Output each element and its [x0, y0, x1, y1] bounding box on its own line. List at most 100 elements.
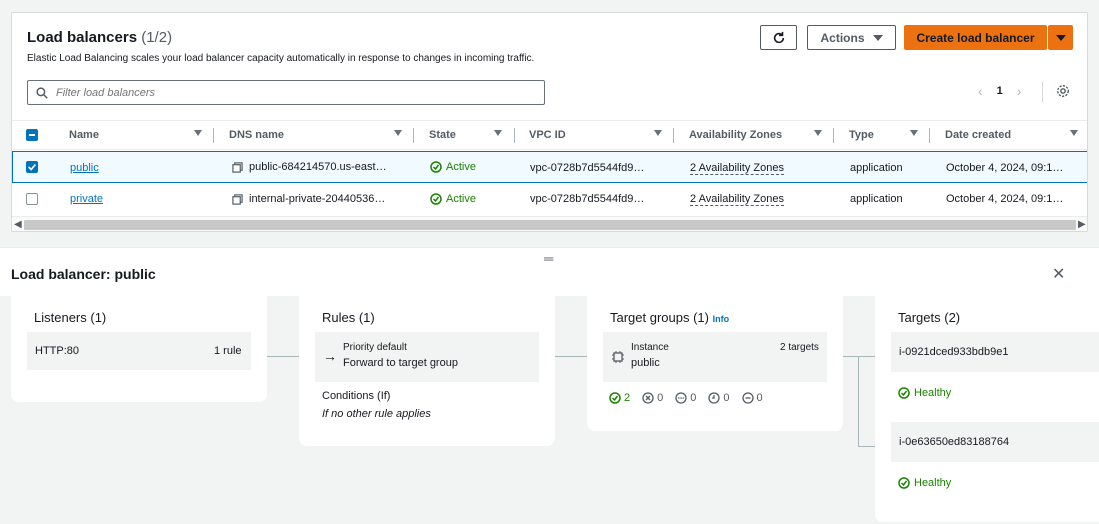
create-dropdown-button[interactable] [1048, 25, 1073, 50]
lb-name-link[interactable]: private [70, 193, 103, 205]
refresh-icon [773, 31, 784, 43]
sort-icon[interactable] [910, 130, 918, 136]
draining-icon [741, 392, 754, 404]
target-item[interactable]: i-0921dced933bdb9e1 [891, 332, 1099, 372]
column-dns-name[interactable]: DNS name [229, 129, 284, 141]
table-row[interactable]: public public-684214570.us-east… Active … [12, 151, 1087, 183]
target-groups-title: Target groups (1) [610, 310, 709, 325]
refresh-button[interactable] [760, 25, 797, 50]
caret-down-icon [1055, 34, 1066, 41]
unused-count: 0 [675, 392, 696, 404]
unused-value: 0 [690, 392, 697, 404]
conditions-text: If no other rule applies [322, 408, 431, 420]
draining-count: 0 [741, 392, 763, 404]
conditions-heading: Conditions (If) [322, 390, 391, 402]
target-item[interactable]: i-0e63650ed83188764 [891, 422, 1099, 462]
drag-handle-icon[interactable]: ═ [544, 251, 553, 266]
target-health: Healthy [898, 387, 951, 399]
state-cell: Active [430, 161, 476, 173]
success-icon [898, 477, 910, 489]
column-divider [929, 128, 930, 143]
listener-rules-count: 1 rule [214, 345, 242, 357]
page-title: Load balancers (1/2) [27, 29, 172, 46]
select-all-checkbox[interactable] [26, 129, 38, 141]
table-header: Name DNS name State VPC ID Availability … [12, 120, 1087, 150]
settings-gear-icon[interactable] [1056, 84, 1070, 101]
sort-icon[interactable] [1070, 130, 1078, 136]
copy-icon[interactable] [232, 193, 243, 205]
table-row[interactable]: private internal-private-20440536… Activ… [12, 183, 1087, 215]
unhealthy-count: 0 [642, 392, 663, 404]
scroll-right-icon[interactable]: ▶ [1078, 219, 1086, 230]
pager-divider [1042, 82, 1043, 102]
title-text: Load balancers [27, 29, 138, 46]
availability-zones[interactable]: 2 Availability Zones [690, 193, 784, 206]
scroll-left-icon[interactable]: ◀ [14, 219, 22, 230]
column-vpc-id[interactable]: VPC ID [529, 129, 566, 141]
column-type[interactable]: Type [849, 129, 874, 141]
success-icon [898, 387, 910, 399]
rules-box: Rules (1) → Priority default Forward to … [299, 296, 555, 446]
listener-item[interactable]: HTTP:80 1 rule [27, 332, 251, 370]
scrollbar-thumb[interactable] [24, 220, 1076, 230]
initial-value: 0 [723, 392, 730, 404]
target-group-targets: 2 targets [780, 342, 819, 353]
prev-page-icon[interactable]: ‹ [978, 83, 983, 99]
rule-priority: Priority default [343, 342, 407, 353]
draining-value: 0 [756, 392, 763, 404]
target-group-item[interactable]: Instance public 2 targets [603, 332, 827, 382]
search-box[interactable] [27, 80, 545, 105]
close-icon[interactable]: ✕ [1052, 264, 1065, 284]
initial-count: 0 [708, 392, 730, 404]
lb-type: application [850, 162, 903, 174]
sort-icon[interactable] [494, 130, 502, 136]
listener-protocol: HTTP:80 [35, 345, 80, 357]
vpc-id: vpc-0728b7d5544fd9… [530, 162, 645, 174]
create-load-balancer-button[interactable]: Create load balancer [904, 25, 1047, 50]
healthy-count: 2 [609, 392, 630, 404]
target-health-text: Healthy [914, 477, 952, 489]
column-divider [514, 128, 515, 143]
date-created: October 4, 2024, 09:1… [946, 162, 1064, 174]
lb-name-link[interactable]: public [70, 162, 99, 174]
sort-icon[interactable] [654, 130, 662, 136]
row-checkbox[interactable] [26, 193, 38, 205]
availability-zones[interactable]: 2 Availability Zones [690, 162, 784, 175]
sort-icon[interactable] [194, 130, 202, 136]
next-page-icon[interactable]: › [1017, 83, 1022, 99]
load-balancers-table-card: Load balancers (1/2) Elastic Load Balanc… [11, 12, 1088, 232]
column-divider [213, 128, 214, 143]
unused-icon [675, 392, 687, 404]
target-instance-id: i-0e63650ed83188764 [899, 436, 1010, 448]
target-group-name: public [631, 357, 660, 369]
column-date-created[interactable]: Date created [945, 129, 1011, 141]
search-input[interactable] [56, 86, 536, 99]
success-icon [609, 392, 621, 404]
state-text: Active [446, 193, 476, 205]
dns-name: public-684214570.us-east… [249, 161, 387, 173]
column-state[interactable]: State [429, 129, 456, 141]
column-divider [833, 128, 834, 143]
clock-icon [708, 392, 721, 404]
info-link[interactable]: Info [713, 314, 730, 324]
lb-type: application [850, 193, 903, 205]
state-cell: Active [430, 193, 476, 205]
state-text: Active [446, 161, 476, 173]
pagination: ‹ 1 › [978, 83, 1021, 99]
rule-item[interactable]: → Priority default Forward to target gro… [315, 332, 539, 382]
actions-label: Actions [820, 30, 865, 45]
sort-icon[interactable] [814, 130, 822, 136]
resource-map: Listeners (1) HTTP:80 1 rule Rules (1) →… [0, 296, 1099, 524]
sort-icon[interactable] [394, 130, 402, 136]
actions-button[interactable]: Actions [807, 25, 896, 50]
page-subtitle: Elastic Load Balancing scales your load … [27, 53, 535, 64]
horizontal-scrollbar[interactable]: ◀ ▶ [12, 216, 1087, 231]
targets-heading: Targets (2) [898, 310, 961, 325]
column-name[interactable]: Name [69, 129, 99, 141]
row-checkbox[interactable] [26, 161, 38, 173]
dns-name: internal-private-20440536… [249, 193, 386, 205]
page-number[interactable]: 1 [997, 85, 1003, 97]
copy-icon[interactable] [232, 161, 243, 173]
column-availability-zones[interactable]: Availability Zones [689, 129, 782, 141]
dns-cell: internal-private-20440536… [232, 193, 385, 205]
